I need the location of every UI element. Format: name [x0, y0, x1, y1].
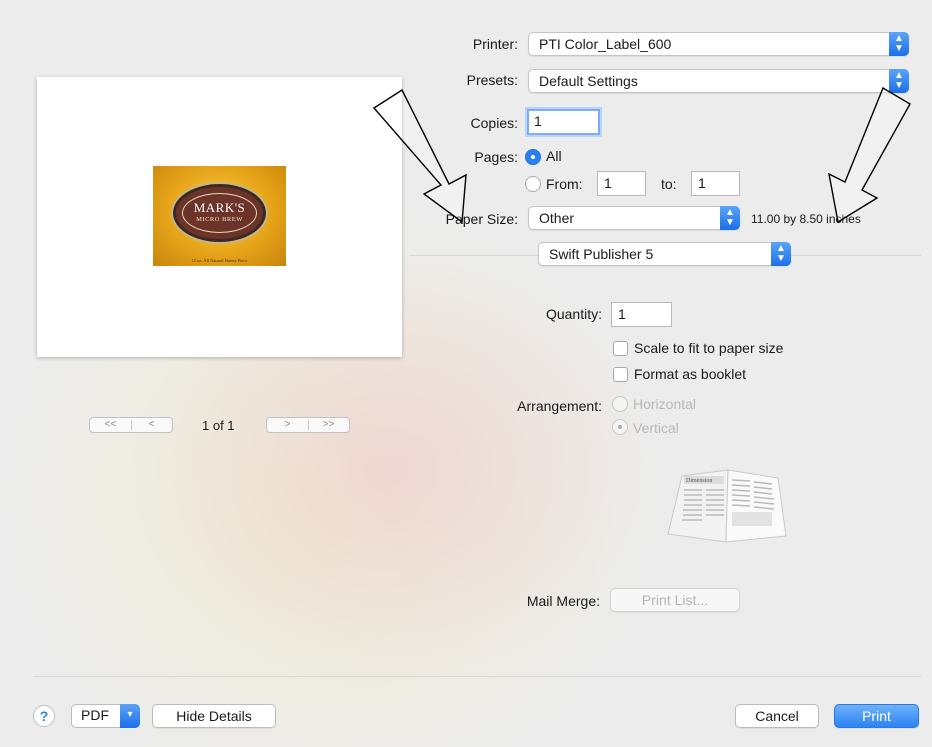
- arrangement-vertical-radio[interactable]: [612, 419, 628, 435]
- booklet-heading-text: Dimension: [686, 478, 712, 484]
- presets-popup[interactable]: Default Settings ▲ ▼: [528, 69, 909, 93]
- paper-size-label: Paper Size:: [445, 211, 518, 227]
- pages-all-label: All: [546, 148, 562, 164]
- scale-to-fit-label: Scale to fit to paper size: [634, 340, 784, 356]
- arrangement-horizontal-radio[interactable]: [612, 396, 628, 412]
- last-page-button[interactable]: >>: [308, 418, 349, 432]
- annotation-arrow-right: [828, 86, 911, 224]
- format-booklet-label: Format as booklet: [634, 366, 747, 382]
- presets-value: Default Settings: [539, 73, 638, 89]
- cancel-button[interactable]: Cancel: [735, 704, 819, 728]
- pages-from-label: From:: [546, 176, 583, 192]
- arrangement-label: Arrangement:: [517, 398, 602, 414]
- pages-from-radio[interactable]: [525, 176, 541, 192]
- label-logo: MARK'S MICRO BREW: [173, 184, 266, 242]
- arrangement-vertical-label: Vertical: [633, 420, 679, 436]
- print-options-popup[interactable]: Swift Publisher 5 ▲ ▼: [538, 242, 791, 266]
- paper-size-value: Other: [539, 210, 575, 226]
- print-list-button[interactable]: Print List...: [610, 588, 740, 612]
- pdf-menu-button[interactable]: PDF ▾: [71, 704, 140, 728]
- printer-label: Printer:: [472, 36, 518, 52]
- label-logo-subtitle: MICRO BREW: [196, 216, 243, 223]
- mail-merge-label: Mail Merge:: [526, 593, 600, 609]
- label-preview-image: MARK'S MICRO BREW 12 oz. All Natural Hon…: [153, 166, 286, 266]
- presets-label: Presets:: [466, 72, 518, 88]
- popup-stepper-icon: ▲ ▼: [889, 69, 909, 93]
- print-options-value: Swift Publisher 5: [549, 246, 654, 262]
- paper-size-dimensions: 11.00 by 8.50 inches: [751, 212, 861, 226]
- pages-from-field[interactable]: 1: [597, 171, 646, 196]
- previous-page-button[interactable]: <: [131, 418, 172, 432]
- pages-to-label: to:: [661, 176, 677, 192]
- format-booklet-checkbox[interactable]: [613, 367, 628, 382]
- quantity-label: Quantity:: [545, 306, 602, 322]
- preview-back-buttons[interactable]: << <: [89, 417, 173, 433]
- printer-popup[interactable]: PTI Color_Label_600 ▲ ▼: [528, 32, 909, 56]
- quantity-field[interactable]: 1: [611, 302, 672, 327]
- copies-label: Copies:: [470, 115, 518, 131]
- scale-to-fit-checkbox[interactable]: [613, 341, 628, 356]
- copies-field[interactable]: 1: [527, 109, 600, 135]
- arrangement-horizontal-label: Horizontal: [633, 396, 697, 412]
- popup-stepper-icon: ▲ ▼: [771, 242, 791, 266]
- help-button[interactable]: ?: [33, 705, 55, 727]
- hide-details-button[interactable]: Hide Details: [152, 704, 276, 728]
- booklet-preview-icon: Dimension: [667, 469, 787, 543]
- print-button[interactable]: Print: [834, 704, 919, 728]
- popup-stepper-icon: ▲ ▼: [889, 32, 909, 56]
- print-dialog: MARK'S MICRO BREW 12 oz. All Natural Hon…: [0, 0, 932, 747]
- pages-label: Pages:: [474, 149, 518, 165]
- chevron-down-icon: ▾: [120, 704, 140, 728]
- printer-value: PTI Color_Label_600: [539, 36, 672, 52]
- paper-size-popup[interactable]: Other ▲ ▼: [528, 206, 740, 230]
- pages-to-field[interactable]: 1: [691, 171, 740, 196]
- label-logo-title: MARK'S: [193, 200, 246, 215]
- pdf-label: PDF: [81, 707, 109, 723]
- next-page-button[interactable]: >: [267, 418, 308, 432]
- popup-stepper-icon: ▲ ▼: [720, 206, 740, 230]
- first-page-button[interactable]: <<: [90, 418, 131, 432]
- page-indicator: 1 of 1: [202, 418, 235, 433]
- preview-forward-buttons[interactable]: > >>: [266, 417, 350, 433]
- footer-divider: [33, 676, 921, 677]
- label-footer-text: 12 oz. All Natural Honey Brew: [191, 258, 248, 263]
- pages-all-radio[interactable]: [525, 149, 541, 165]
